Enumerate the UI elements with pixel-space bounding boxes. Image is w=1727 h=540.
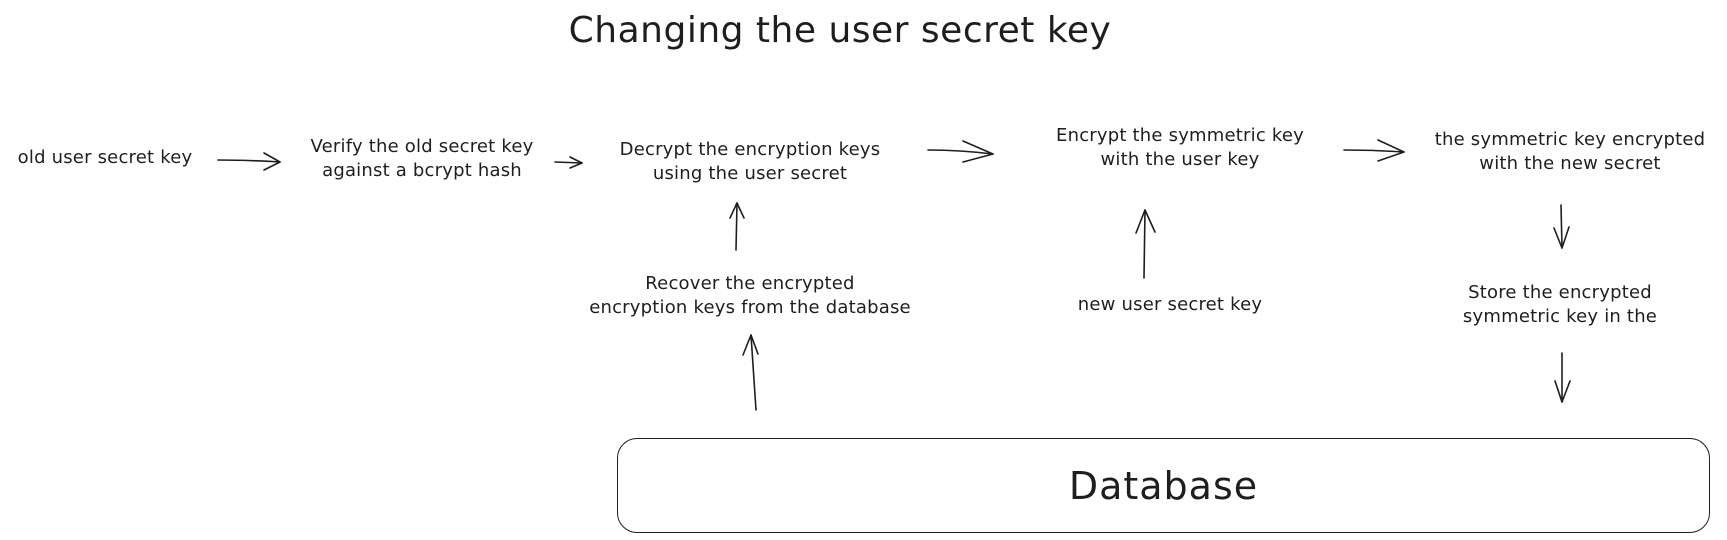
arrow-old-to-verify [217, 152, 281, 171]
arrow-database-to-recover [742, 334, 759, 411]
node-line: Recover the encrypted [645, 273, 855, 294]
node-new-user-secret-key: new user secret key [1040, 293, 1300, 317]
node-store-encrypted-key: Store the encrypted symmetric key in the [1430, 281, 1690, 329]
arrow-symmetric-to-store [1553, 204, 1570, 249]
node-line: symmetric key in the [1462, 306, 1658, 327]
arrow-encrypt-to-symmetric [1343, 139, 1405, 162]
node-recover-encrypted-keys: Recover the encrypted encryption keys fr… [560, 272, 940, 320]
node-line: with the new secret [1479, 153, 1661, 174]
arrow-newkey-to-encrypt [1135, 209, 1156, 279]
database-box: Database [617, 438, 1710, 533]
node-line: against a bcrypt hash [322, 160, 522, 181]
database-label: Database [1068, 463, 1259, 508]
node-verify-old-secret-key: Verify the old secret key against a bcry… [272, 135, 572, 183]
node-line: Decrypt the encryption keys [619, 139, 881, 160]
node-line: Verify the old secret key [310, 136, 534, 157]
node-line: old user secret key [17, 147, 193, 168]
node-line: Store the encrypted [1468, 282, 1652, 303]
node-old-user-secret-key: old user secret key [0, 146, 210, 170]
node-line: with the user key [1100, 149, 1260, 170]
diagram-title: Changing the user secret key [568, 10, 1112, 51]
node-decrypt-encryption-keys: Decrypt the encryption keys using the us… [590, 138, 910, 186]
arrow-store-to-database [1554, 352, 1571, 403]
arrow-decrypt-to-encrypt [927, 140, 994, 163]
node-encrypt-symmetric-key: Encrypt the symmetric key with the user … [1020, 124, 1340, 172]
arrow-recover-to-decrypt [729, 202, 745, 251]
node-line: Encrypt the symmetric key [1056, 125, 1304, 146]
node-line: the symmetric key encrypted [1434, 129, 1706, 150]
node-line: using the user secret [652, 163, 848, 184]
node-line: encryption keys from the database [589, 297, 911, 318]
node-symmetric-key-encrypted: the symmetric key encrypted with the new… [1420, 128, 1720, 176]
node-line: new user secret key [1077, 294, 1263, 315]
